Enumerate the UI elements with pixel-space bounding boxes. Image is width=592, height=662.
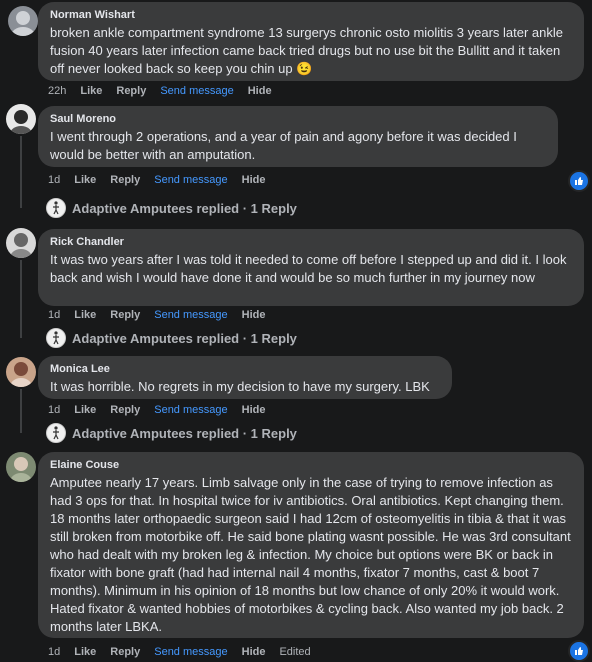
- replies-text: Adaptive Amputees replied · 1 Reply: [72, 425, 297, 441]
- avatar-person-icon: [10, 110, 32, 134]
- like-button[interactable]: Like: [74, 646, 96, 658]
- reply-button[interactable]: Reply: [116, 85, 146, 97]
- like-button[interactable]: Like: [80, 85, 102, 97]
- avatar-person-icon: [10, 233, 32, 258]
- reply-button[interactable]: Reply: [110, 646, 140, 658]
- comment-author[interactable]: Norman Wishart: [50, 8, 572, 22]
- comment-author[interactable]: Elaine Couse: [50, 458, 572, 472]
- comment-actions: 22h Like Reply Send message Hide: [48, 85, 286, 97]
- like-button[interactable]: Like: [74, 404, 96, 416]
- comment-bubble: Elaine Couse Amputee nearly 17 years. Li…: [38, 452, 584, 638]
- comment-text: It was two years after I was told it nee…: [50, 252, 567, 285]
- amputee-logo-icon: [53, 426, 59, 440]
- comment-actions: 1d Like Reply Send message Hide Edited: [48, 646, 325, 658]
- replies-link[interactable]: Adaptive Amputees replied · 1 Reply: [46, 423, 297, 443]
- comment-actions: 1d Like Reply Send message Hide: [48, 309, 279, 321]
- comment-author[interactable]: Rick Chandler: [50, 235, 572, 249]
- comment-text: broken ankle compartment syndrome 13 sur…: [50, 25, 564, 76]
- like-button[interactable]: Like: [74, 309, 96, 321]
- avatar-person-icon: [10, 362, 32, 387]
- comment-bubble: Saul Moreno I went through 2 operations,…: [38, 106, 558, 167]
- like-button[interactable]: Like: [74, 174, 96, 186]
- comment-time[interactable]: 1d: [48, 174, 60, 186]
- comment-author[interactable]: Monica Lee: [50, 362, 440, 376]
- hide-button[interactable]: Hide: [242, 309, 266, 321]
- comment-bubble: Rick Chandler It was two years after I w…: [38, 229, 584, 306]
- avatar[interactable]: [6, 452, 36, 482]
- comment-text: I went through 2 operations, and a year …: [50, 129, 517, 162]
- comment-author[interactable]: Saul Moreno: [50, 112, 546, 126]
- thread-line: [20, 136, 22, 208]
- comment-time[interactable]: 1d: [48, 646, 60, 658]
- avatar-person-icon: [11, 11, 35, 36]
- thread-line: [20, 389, 22, 433]
- thread-line: [20, 260, 22, 338]
- edited-label: Edited: [279, 646, 311, 658]
- amputee-logo-icon: [53, 201, 59, 215]
- comment-time[interactable]: 1d: [48, 309, 60, 321]
- comment-text: It was horrible. No regrets in my decisi…: [50, 379, 430, 394]
- send-message-link[interactable]: Send message: [154, 404, 227, 416]
- hide-button[interactable]: Hide: [242, 404, 266, 416]
- replies-text: Adaptive Amputees replied · 1 Reply: [72, 200, 297, 216]
- comment-text: Amputee nearly 17 years. Limb salvage on…: [50, 475, 571, 634]
- comment-actions: 1d Like Reply Send message Hide: [48, 174, 279, 186]
- replies-link[interactable]: Adaptive Amputees replied · 1 Reply: [46, 328, 297, 348]
- replies-text: Adaptive Amputees replied · 1 Reply: [72, 330, 297, 346]
- comment-bubble: Monica Lee It was horrible. No regrets i…: [38, 356, 452, 399]
- reply-button[interactable]: Reply: [110, 309, 140, 321]
- amputee-logo-icon: [53, 331, 59, 345]
- avatar-person-icon: [10, 457, 32, 482]
- thumbs-up-icon: [575, 647, 583, 655]
- avatar[interactable]: [6, 357, 36, 387]
- comment-time[interactable]: 1d: [48, 404, 60, 416]
- comment-bubble: Norman Wishart broken ankle compartment …: [38, 2, 584, 81]
- hide-button[interactable]: Hide: [248, 85, 272, 97]
- replies-link[interactable]: Adaptive Amputees replied · 1 Reply: [46, 198, 297, 218]
- send-message-link[interactable]: Send message: [160, 85, 233, 97]
- send-message-link[interactable]: Send message: [154, 309, 227, 321]
- hide-button[interactable]: Hide: [242, 174, 266, 186]
- comment-actions: 1d Like Reply Send message Hide: [48, 404, 279, 416]
- send-message-link[interactable]: Send message: [154, 174, 227, 186]
- avatar[interactable]: [8, 6, 38, 36]
- avatar[interactable]: [6, 228, 36, 258]
- reply-button[interactable]: Reply: [110, 404, 140, 416]
- reply-button[interactable]: Reply: [110, 174, 140, 186]
- comment-time[interactable]: 22h: [48, 85, 66, 97]
- avatar[interactable]: [6, 104, 36, 134]
- adaptive-amputees-avatar: [46, 423, 66, 443]
- hide-button[interactable]: Hide: [242, 646, 266, 658]
- thumbs-up-icon: [575, 177, 583, 185]
- adaptive-amputees-avatar: [46, 328, 66, 348]
- adaptive-amputees-avatar: [46, 198, 66, 218]
- send-message-link[interactable]: Send message: [154, 646, 227, 658]
- reaction-like-badge[interactable]: [568, 170, 590, 192]
